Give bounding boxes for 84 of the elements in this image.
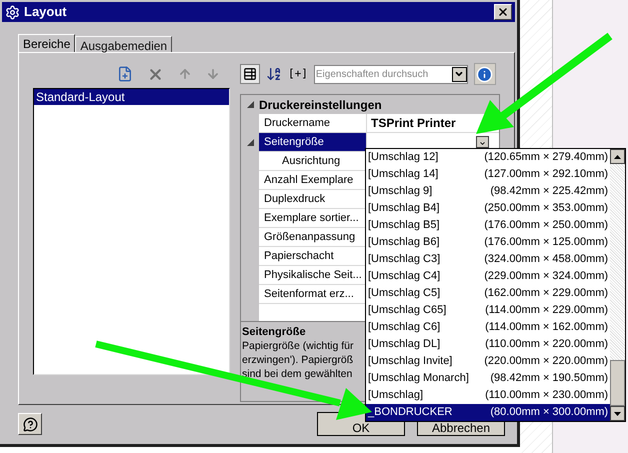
paper-name: [Umschlag B6] (368, 235, 440, 250)
dropdown-item[interactable]: [Umschlag 14] (127.00mm × 292.10mm) (366, 166, 610, 183)
paper-size: (250.00mm × 353.00mm) (484, 201, 608, 216)
dropdown-button[interactable] (476, 136, 489, 148)
new-document-icon (117, 66, 133, 82)
caret-icon (454, 69, 464, 79)
dropdown-item[interactable]: [Umschlag C6] (114.00mm × 162.00mm) (366, 319, 610, 336)
collapse-triangle-icon[interactable] (246, 101, 254, 108)
paper-size: (176.00mm × 250.00mm) (484, 218, 608, 234)
property-value: TSPrint Printer (371, 115, 456, 132)
description-text: Papiergröße (wichtig für (242, 339, 354, 353)
paper-size: (114.00mm × 162.00mm) (485, 320, 608, 336)
paper-size: (127.00mm × 292.10mm) (484, 167, 608, 182)
help-button[interactable] (18, 413, 42, 435)
move-up-icon (178, 67, 192, 81)
description-text: sind bei dem gewählten (242, 367, 352, 381)
dropdown-item[interactable]: [Umschlag Monarch] (98.42mm × 190.50mm) (366, 370, 610, 387)
close-button[interactable] (494, 4, 512, 20)
dropdown-item[interactable]: [Umschlag 9] (98.42mm × 225.42mm) (366, 183, 610, 200)
window-title: Layout (24, 3, 67, 22)
scrollbar[interactable] (610, 149, 625, 421)
dropdown-item[interactable]: [Umschlag B4] (250.00mm × 353.00mm) (366, 200, 610, 217)
paper-size: (114.00mm × 229.00mm) (485, 303, 608, 318)
dropdown-item[interactable]: [Umschlag] (110.00mm × 230.00mm) (366, 387, 610, 404)
scroll-down-button[interactable] (610, 406, 625, 421)
paper-size: (120.65mm × 279.40mm) (484, 150, 608, 166)
paper-size: (98.42mm × 190.50mm) (490, 371, 608, 386)
paper-size: (324.00mm × 458.00mm) (484, 252, 608, 268)
paper-name: [Umschlag C4] (368, 269, 440, 284)
description-title: Seitengröße (242, 325, 306, 339)
paper-name: [Umschlag Monarch] (368, 371, 469, 386)
categorized-button[interactable] (240, 64, 260, 84)
sort-icon (266, 66, 282, 82)
paper-name: [Umschlag C5] (368, 286, 440, 302)
move-down-icon (206, 67, 220, 81)
dropdown-button[interactable] (452, 66, 467, 82)
dropdown-item[interactable]: [Umschlag C5] (162.00mm × 229.00mm) (366, 285, 610, 302)
paper-name: [Umschlag DL] (368, 337, 440, 352)
dropdown-item[interactable]: [Umschlag C65] (114.00mm × 229.00mm) (366, 302, 610, 319)
caret-icon (479, 140, 486, 147)
paper-name: [Umschlag B4] (368, 201, 440, 216)
paper-name: [Umschlag 14] (368, 167, 438, 182)
paper-name: [Umschlag Invite] (368, 354, 452, 370)
paper-size: (229.00mm × 324.00mm) (484, 269, 608, 284)
tab[interactable]: Bereiche (18, 34, 76, 52)
up-triangle-icon (614, 154, 622, 158)
dropdown-item[interactable]: [Umschlag C3] (324.00mm × 458.00mm) (366, 251, 610, 268)
help-icon (22, 416, 38, 432)
description-text: erzwingen'). Papiergröß (242, 353, 354, 367)
expand-all-label[interactable]: [+] (288, 66, 308, 82)
dropdown-item[interactable]: [Umschlag 12] (120.65mm × 279.40mm) (366, 149, 610, 166)
property-name[interactable]: Seitengröße (259, 133, 366, 152)
paper-name: [Umschlag C65] (368, 303, 446, 318)
gear-icon (5, 4, 20, 20)
paper-size: (110.00mm × 220.00mm) (485, 337, 608, 352)
paper-size: (220.00mm × 220.00mm) (484, 354, 608, 370)
dropdown-item[interactable]: [Umschlag C4] (229.00mm × 324.00mm) (366, 268, 610, 285)
dropdown-item[interactable]: _BONDRUCKER (80.00mm × 300.00mm) (366, 404, 610, 421)
paper-name: [Umschlag 9] (368, 184, 432, 200)
close-icon (497, 6, 509, 18)
scroll-up-button[interactable] (610, 149, 625, 164)
dropdown-item[interactable]: [Umschlag Invite] (220.00mm × 220.00mm) (366, 353, 610, 370)
paper-size: (98.42mm × 225.42mm) (490, 184, 608, 200)
paper-name: [Umschlag B5] (368, 218, 440, 234)
list-item[interactable]: Standard-Layout (34, 89, 229, 105)
info-icon (476, 66, 494, 82)
dropdown-item[interactable]: [Umschlag B5] (176.00mm × 250.00mm) (366, 217, 610, 234)
tab[interactable]: Ausgabemedien (75, 36, 172, 52)
collapse-triangle-icon[interactable] (246, 139, 254, 146)
categorized-icon (243, 67, 257, 81)
paper-name: [Umschlag C6] (368, 320, 440, 336)
info-button[interactable] (474, 63, 496, 85)
down-triangle-icon (614, 412, 622, 416)
scroll-thumb[interactable] (610, 360, 625, 406)
dropdown-item[interactable]: [Umschlag DL] (110.00mm × 220.00mm) (366, 336, 610, 353)
paper-size: (176.00mm × 125.00mm) (484, 235, 608, 250)
category-header: Druckereinstellungen (259, 96, 382, 114)
paper-name: [Umschlag] (368, 388, 424, 404)
paper-size: (162.00mm × 229.00mm) (484, 286, 608, 302)
paper-name: [Umschlag C3] (368, 252, 440, 268)
search-field[interactable]: Eigenschaften durchsuch (314, 64, 468, 84)
paper-name: [Umschlag 12] (368, 150, 438, 166)
dropdown-item[interactable]: [Umschlag B6] (176.00mm × 125.00mm) (366, 234, 610, 251)
paper-size: (110.00mm × 230.00mm) (485, 388, 608, 404)
